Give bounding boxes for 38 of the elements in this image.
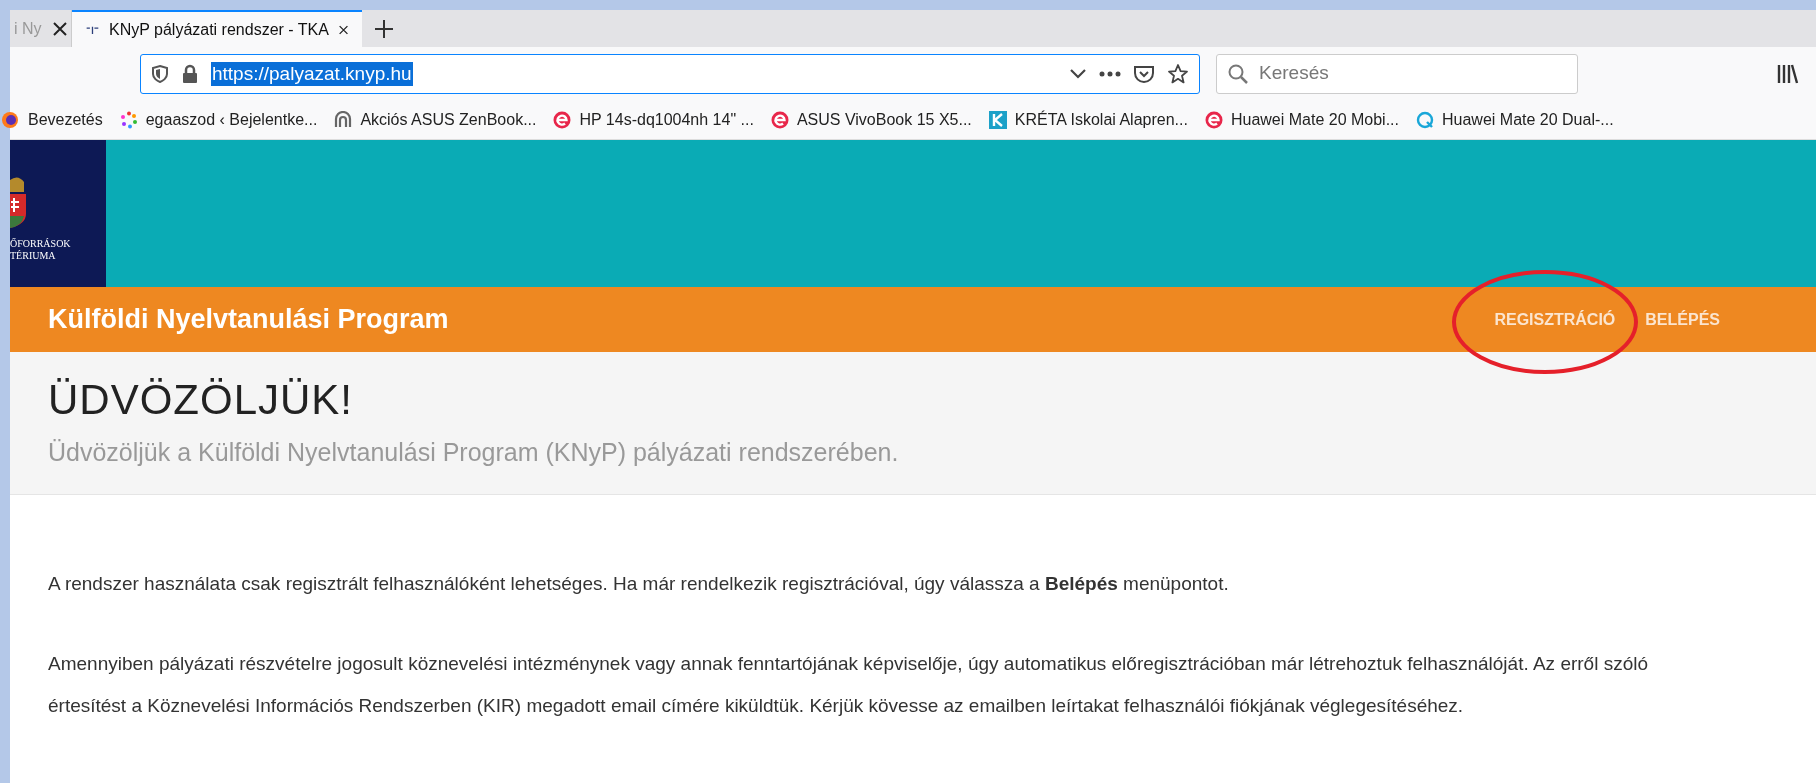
star-icon[interactable] [1167,62,1189,85]
ring-icon[interactable] [1416,110,1434,129]
e-logo-icon[interactable] [770,110,789,129]
arch-icon[interactable] [334,110,353,129]
e-logo-icon[interactable] [1204,110,1223,129]
browser-tab[interactable]: KNyP pályázati rendszer - TKA [72,10,362,47]
bookmark-link[interactable]: egaaszod ‹ Bejelentke... [145,107,318,132]
pocket-icon[interactable] [1133,63,1155,84]
k-logo-icon[interactable] [988,110,1007,129]
lock-icon[interactable] [181,63,199,84]
bookmark-link[interactable]: KRÉTA Iskolai Alapren... [1014,107,1188,132]
page-subheading: Üdvözöljük a Külföldi Nyelvtanulási Program (KNyP) pályázati rendszerében. [48,437,900,468]
more-icon[interactable] [1099,70,1121,77]
close-icon[interactable] [53,21,67,36]
bookmark-link[interactable]: Huawei Mate 20 Mobi... [1230,107,1399,132]
dot-ring-icon[interactable] [119,110,138,129]
logo-text: ŐFORRÁSOK [10,237,72,250]
chevron-down-icon[interactable] [1069,67,1087,80]
fox-globe-icon[interactable] [2,110,20,129]
logo-text: TÉRIUMA [10,249,57,262]
url-text[interactable]: https://palyazat.knyp.hu [211,61,413,86]
bookmark-link[interactable]: ASUS VivoBook 15 X5... [796,107,972,132]
search-icon [1227,62,1249,85]
bookmark-link[interactable]: Bevezetés [28,107,103,132]
body-paragraph: Amennyiben pályázati részvételre jogosult köznevelési intézménynek vagy annak fenntartójának képviselője, úgy automatikus előregisztrációban már létrehoztuk felhasználóját. Az erről szóló értesítést a Köznevelési Információs Rendszerben (KIR) megadott email címére kiküldtük. Kérjük kövesse az emailben leírtakat felhasználói fiókjának véglegesítéséhez. [48,652,1650,718]
search-input[interactable]: Keresés [1259,59,1567,88]
page-heading: ÜDVÖZÖLJÜK! [48,375,355,425]
program-title: Külföldi Nyelvtanulási Program [48,303,449,337]
search-field[interactable]: Keresés [1216,53,1578,94]
shield-icon[interactable] [151,63,169,84]
e-logo-icon[interactable] [553,110,572,129]
library-icon[interactable] [1776,62,1800,85]
new-tab-icon[interactable] [374,18,394,39]
bookmark-link[interactable]: HP 14s-dq1004nh 14" ... [579,107,754,132]
body-paragraph: A rendszer használata csak regisztrált felhasználóként lehetséges. Ha már rendelkezik regisztrációval, úgy válassza a Belépés menüpontot. [48,572,1230,596]
address-bar[interactable]: https://palyazat.knyp.hu [140,53,1200,94]
bookmark-link[interactable]: Akciós ASUS ZenBook... [360,107,537,132]
bookmark-link[interactable]: Huawei Mate 20 Dual-... [1442,107,1614,132]
